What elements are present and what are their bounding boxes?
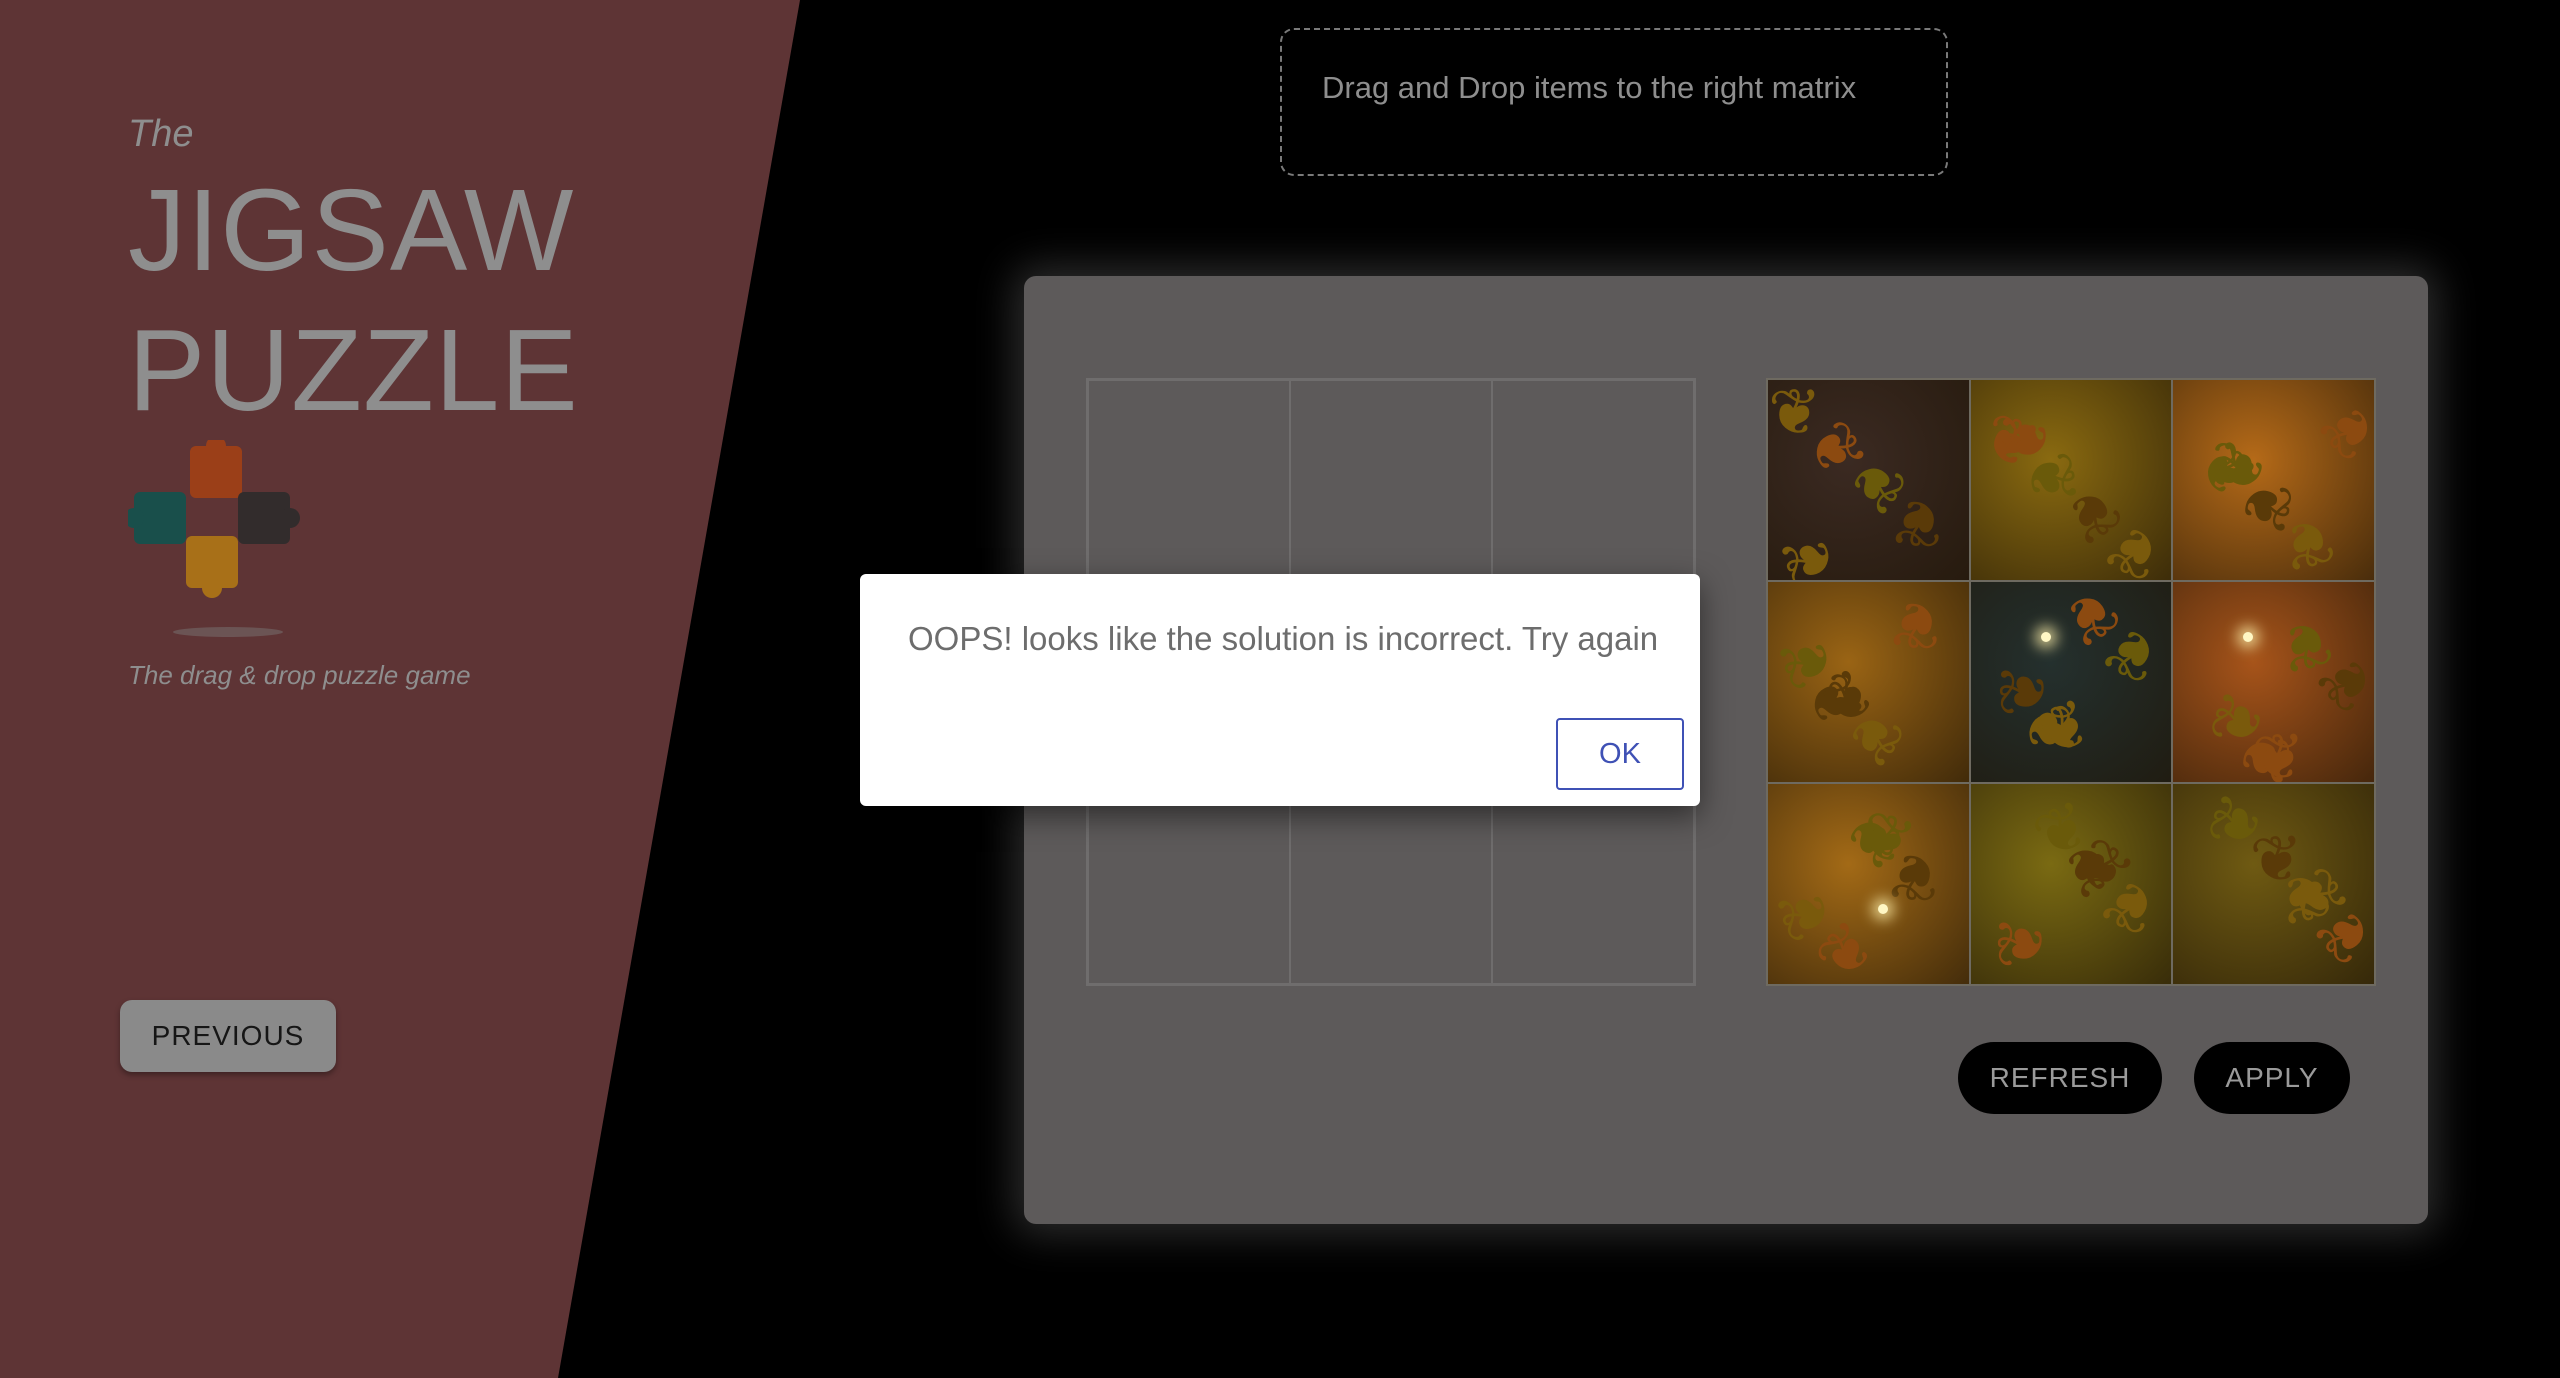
puzzle-piece-yellow-leaves[interactable]: ❦ ❦ ❦ ❦ ❦ bbox=[1970, 380, 2172, 580]
puzzle-piece-green-yellow-leaves[interactable]: ❦ ❦ ❦ ❦ ❦ bbox=[1970, 784, 2172, 984]
puzzle-piece-glowing-light[interactable]: ❦ ❦ ❦ ❦ ❦ bbox=[1768, 784, 1969, 984]
drop-slot[interactable] bbox=[1492, 782, 1694, 984]
puzzle-piece-leaves-branch[interactable]: ❦ ❦ ❦ ❦ ❦ bbox=[1768, 582, 1969, 782]
apply-button[interactable]: APPLY bbox=[2194, 1042, 2350, 1114]
leaf-icon: ❦ bbox=[1883, 585, 1948, 665]
leaf-icon: ❦ bbox=[1885, 483, 1950, 563]
brand-block: The JIGSAW PUZZLE bbox=[128, 108, 579, 440]
pieces-matrix: ❦ ❦ ❦ ❦ ❦ ❦ ❦ ❦ ❦ ❦ ❦ ❦ ❦ ❦ ❦ ❦ ❦ ❦ ❦ ❦ ❦ ❦ ❦ ❦ ❦ ❦ ❦ ❦ ❦ ❦ ❦ ❦ ❦ ❦ ❦ ❦ ❦ ❦ ❦ ❦… bbox=[1766, 378, 2376, 986]
puzzle-piece-orange-branches[interactable]: ❦ ❦ ❦ ❦ ❦ bbox=[2173, 582, 2374, 782]
brand-title-line1: JIGSAW bbox=[128, 165, 575, 295]
drop-slot[interactable] bbox=[1088, 782, 1290, 984]
brand-title-line2: PUZZLE bbox=[128, 305, 579, 435]
leaf-icon: ❦ bbox=[2304, 387, 2374, 475]
sparkle-icon bbox=[2040, 632, 2051, 642]
drop-slot[interactable] bbox=[1290, 782, 1492, 984]
drop-slot[interactable] bbox=[1088, 380, 1290, 582]
puzzle-piece-red-green-leaves[interactable]: ❦ ❦ ❦ ❦ ❦ bbox=[2173, 784, 2374, 984]
sparkle-icon bbox=[1878, 904, 1888, 914]
puzzle-piece-orange-leaves[interactable]: ❦ ❦ ❦ ❦ ❦ bbox=[2173, 380, 2374, 580]
drop-slot[interactable] bbox=[1290, 380, 1492, 582]
tagline: The drag & drop puzzle game bbox=[128, 660, 471, 690]
leaf-icon: ❦ bbox=[2250, 719, 2308, 782]
leaf-icon: ❦ bbox=[1987, 410, 2062, 468]
puzzle-piece-girl-portrait[interactable]: ❦ ❦ ❦ ❦ ❦ bbox=[1768, 380, 1969, 580]
leaf-icon: ❦ bbox=[2274, 503, 2342, 580]
refresh-button[interactable]: REFRESH bbox=[1958, 1042, 2162, 1114]
error-dialog: OOPS! looks like the solution is incorre… bbox=[860, 574, 1700, 806]
drop-slot[interactable] bbox=[1492, 380, 1694, 582]
dialog-message: OOPS! looks like the solution is incorre… bbox=[908, 620, 1659, 657]
instruction-box: Drag and Drop items to the right matrix bbox=[1280, 28, 1948, 176]
ok-button[interactable]: OK bbox=[1556, 718, 1684, 790]
leaf-icon: ❦ bbox=[1768, 523, 1852, 580]
leaf-icon: ❦ bbox=[1983, 914, 2058, 972]
previous-button[interactable]: PREVIOUS bbox=[120, 1000, 336, 1072]
sparkle-icon bbox=[2243, 632, 2254, 642]
brand-the: The bbox=[128, 113, 194, 155]
jigsaw-logo-icon bbox=[128, 440, 300, 637]
puzzle-piece-hand-lantern[interactable]: ❦ ❦ ❦ ❦ ❦ bbox=[1970, 582, 2172, 782]
